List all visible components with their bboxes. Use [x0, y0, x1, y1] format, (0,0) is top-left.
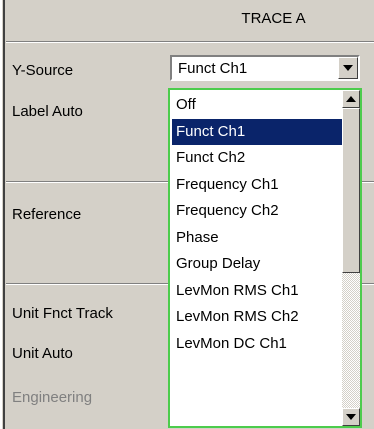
dropdown-option[interactable]: Funct Ch1	[172, 118, 342, 145]
y-source-dropdown-list[interactable]: Off Funct Ch1 Funct Ch2 Frequency Ch1 Freque…	[168, 88, 362, 428]
scroll-down-button[interactable]	[342, 408, 360, 426]
scroll-up-button[interactable]	[342, 90, 360, 108]
settings-panel: TRACE A Y-Source Label Auto Reference Un…	[0, 0, 374, 429]
scrollbar-thumb[interactable]	[342, 108, 360, 273]
window-frame-edge	[0, 0, 5, 429]
column-header: TRACE A	[6, 0, 374, 42]
trace-title: TRACE A	[241, 10, 306, 27]
triangle-down-icon	[343, 65, 353, 71]
triangle-up-icon	[346, 96, 356, 102]
dropdown-option[interactable]: Funct Ch2	[172, 145, 342, 171]
reference-label: Reference	[12, 206, 82, 223]
dropdown-option[interactable]: Off	[172, 92, 342, 118]
dropdown-option[interactable]: Frequency Ch2	[172, 198, 342, 224]
y-source-value: Funct Ch1	[178, 60, 248, 77]
dropdown-scrollbar[interactable]	[342, 90, 360, 426]
triangle-down-icon	[346, 414, 356, 420]
combo-dropdown-button[interactable]	[338, 57, 358, 79]
y-source-label: Y-Source	[12, 62, 74, 79]
dropdown-option[interactable]: LevMon RMS Ch2	[172, 304, 342, 330]
y-source-combobox[interactable]: Funct Ch1	[170, 55, 360, 81]
dropdown-option[interactable]: LevMon RMS Ch1	[172, 278, 342, 304]
unit-fnct-track-label: Unit Fnct Track	[12, 305, 113, 322]
engineering-label: Engineering	[12, 389, 93, 406]
dropdown-option[interactable]: Group Delay	[172, 251, 342, 277]
dropdown-option[interactable]: Phase	[172, 225, 342, 251]
dropdown-option[interactable]: Frequency Ch1	[172, 172, 342, 198]
label-auto-label: Label Auto	[12, 103, 83, 120]
unit-auto-label: Unit Auto	[12, 345, 73, 362]
dropdown-option[interactable]: LevMon DC Ch1	[172, 331, 342, 357]
